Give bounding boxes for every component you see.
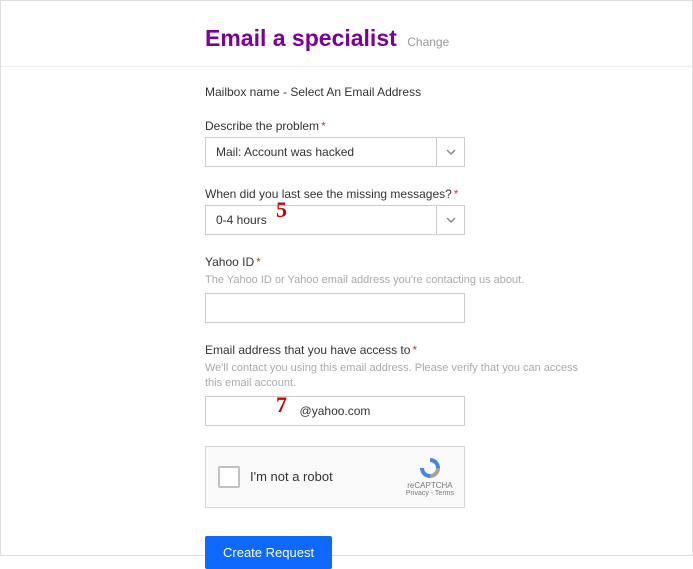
select-last-seen[interactable]: 0-4 hours — [205, 205, 465, 235]
select-value: Mail: Account was hacked — [216, 145, 436, 159]
label-access-email: Email address that you have access to* — [205, 343, 692, 357]
field-access-email: Email address that you have access to* W… — [205, 343, 692, 426]
recaptcha-checkbox[interactable] — [218, 466, 240, 488]
recaptcha-widget: I'm not a robot reCAPTCHA Privacy - Term… — [205, 446, 465, 508]
recaptcha-brand: reCAPTCHA Privacy - Terms — [406, 456, 454, 497]
required-asterisk: * — [256, 255, 261, 269]
select-describe-problem[interactable]: Mail: Account was hacked — [205, 137, 465, 167]
recaptcha-icon — [417, 456, 443, 480]
hint-yahoo-id: The Yahoo ID or Yahoo email address you'… — [205, 273, 585, 287]
page-title: Email a specialist — [205, 25, 397, 51]
select-value: 0-4 hours — [216, 213, 436, 227]
chevron-down-icon — [436, 206, 464, 234]
input-access-email[interactable] — [205, 396, 465, 426]
create-request-button[interactable]: Create Request — [205, 536, 332, 569]
field-yahoo-id: Yahoo ID* The Yahoo ID or Yahoo email ad… — [205, 255, 692, 323]
recaptcha-label: I'm not a robot — [250, 469, 406, 484]
label-last-seen: When did you last see the missing messag… — [205, 187, 692, 201]
chevron-down-icon — [436, 138, 464, 166]
required-asterisk: * — [454, 187, 459, 201]
change-link[interactable]: Change — [407, 35, 449, 49]
field-describe-problem: Describe the problem* Mail: Account was … — [205, 119, 692, 167]
mailbox-name-text: Mailbox name - Select An Email Address — [205, 85, 692, 99]
page-header: Email a specialist Change — [1, 1, 692, 67]
form-area: Mailbox name - Select An Email Address D… — [1, 67, 692, 569]
required-asterisk: * — [321, 119, 326, 133]
recaptcha-links[interactable]: Privacy - Terms — [406, 490, 454, 497]
hint-access-email: We'll contact you using this email addre… — [205, 361, 585, 390]
label-yahoo-id: Yahoo ID* — [205, 255, 692, 269]
input-yahoo-id[interactable] — [205, 293, 465, 323]
required-asterisk: * — [412, 343, 417, 357]
label-describe-problem: Describe the problem* — [205, 119, 692, 133]
field-last-seen: When did you last see the missing messag… — [205, 187, 692, 235]
